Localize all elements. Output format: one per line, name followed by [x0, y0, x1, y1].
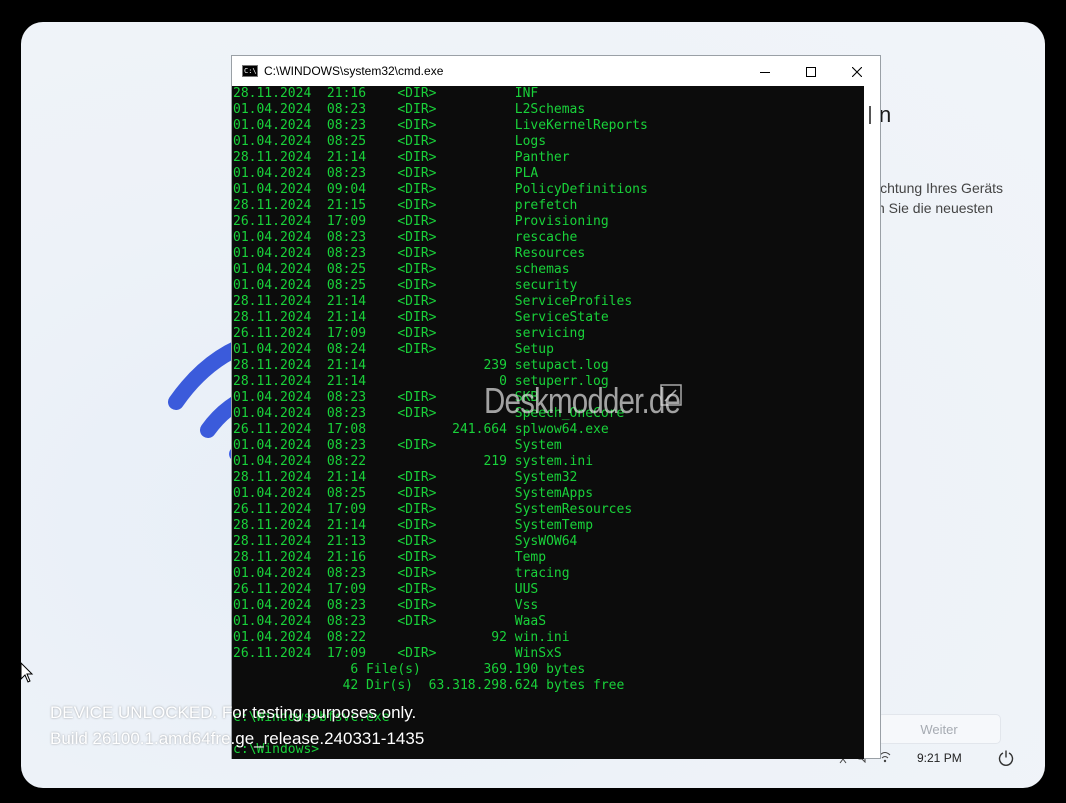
- console-line: 26.11.2024 17:09 <DIR> WinSxS: [233, 646, 562, 661]
- console-line: 01.04.2024 08:22 92 win.ini: [233, 630, 570, 645]
- console-line: 26.11.2024 17:09 <DIR> UUS: [233, 582, 539, 597]
- window-title: C:\WINDOWS\system32\cmd.exe: [264, 64, 444, 78]
- cmd-app-icon: C:\: [242, 65, 258, 77]
- console-line: 01.04.2024 08:23 <DIR> Vss: [233, 598, 539, 613]
- page-description: ichtung Ihres Geräts n Sie die neuesten: [877, 178, 1045, 218]
- console-line: 01.04.2024 08:23 <DIR> LiveKernelReports: [233, 118, 648, 133]
- console-line: 01.04.2024 08:24 <DIR> Setup: [233, 342, 554, 357]
- console-output[interactable]: 28.11.2024 21:16 <DIR> INF 01.04.2024 08:…: [232, 86, 864, 759]
- console-line: 01.04.2024 09:04 <DIR> PolicyDefinitions: [233, 182, 648, 197]
- cmd-client-area: 28.11.2024 21:16 <DIR> INF 01.04.2024 08:…: [231, 86, 881, 759]
- console-line: 01.04.2024 08:23 <DIR> Resources: [233, 246, 586, 261]
- console-line: 28.11.2024 21:14 <DIR> System32: [233, 470, 578, 485]
- console-line: 01.04.2024 08:23 <DIR> System: [233, 438, 562, 453]
- console-line: 6 File(s) 369.190 bytes: [233, 662, 586, 677]
- console-line: 28.11.2024 21:13 <DIR> SysWOW64: [233, 534, 578, 549]
- console-line: 01.04.2024 08:22 219 system.ini: [233, 454, 594, 469]
- console-line: 01.04.2024 08:23 <DIR> rescache: [233, 230, 578, 245]
- console-line: 28.11.2024 21:14 <DIR> ServiceState: [233, 310, 609, 325]
- next-button[interactable]: Weiter: [877, 714, 1001, 744]
- description-line: n Sie die neuesten: [877, 200, 993, 216]
- console-line: 26.11.2024 17:08 241.664 splwow64.exe: [233, 422, 609, 437]
- console-line: 01.04.2024 08:25 <DIR> SystemApps: [233, 486, 594, 501]
- console-line: 28.11.2024 21:14 <DIR> SystemTemp: [233, 518, 594, 533]
- scrollbar-thumb[interactable]: [869, 106, 871, 124]
- cmd-titlebar[interactable]: C:\ C:\WINDOWS\system32\cmd.exe: [231, 55, 881, 86]
- console-line: 01.04.2024 08:23 <DIR> PLA: [233, 166, 539, 181]
- watermark-line: Build 26100.1.amd64fre.ge_release.240331…: [50, 729, 425, 748]
- device-watermark: DEVICE UNLOCKED. For testing purposes on…: [50, 700, 424, 752]
- console-line: 28.11.2024 21:15 <DIR> prefetch: [233, 198, 578, 213]
- deskmodder-logo-icon: [660, 384, 682, 406]
- maximize-button[interactable]: [788, 56, 834, 87]
- watermark-line: DEVICE UNLOCKED. For testing purposes on…: [50, 703, 417, 722]
- console-line: 01.04.2024 08:25 <DIR> schemas: [233, 262, 570, 277]
- window-controls: [742, 56, 880, 87]
- clock: 9:21 PM: [917, 751, 962, 765]
- console-line: 28.11.2024 21:14 <DIR> Panther: [233, 150, 570, 165]
- console-line: 01.04.2024 08:23 <DIR> WaaS: [233, 614, 547, 629]
- console-line: 26.11.2024 17:09 <DIR> Provisioning: [233, 214, 609, 229]
- close-icon: [852, 66, 862, 77]
- description-line: ichtung Ihres Geräts: [877, 180, 1004, 196]
- console-line: 01.04.2024 08:23 <DIR> tracing: [233, 566, 570, 581]
- console-line: 28.11.2024 21:16 <DIR> INF: [233, 86, 539, 101]
- close-button[interactable]: [834, 56, 880, 87]
- console-line: 28.11.2024 21:14 239 setupact.log: [233, 358, 609, 373]
- deskmodder-watermark: Deskmodder.de: [484, 380, 681, 421]
- console-line: 26.11.2024 17:09 <DIR> servicing: [233, 326, 586, 341]
- power-icon[interactable]: [997, 746, 1015, 770]
- console-line: 26.11.2024 17:09 <DIR> SystemResources: [233, 502, 633, 517]
- minimize-button[interactable]: [742, 56, 788, 87]
- console-line: 01.04.2024 08:25 <DIR> Logs: [233, 134, 547, 149]
- console-line: 28.11.2024 21:14 <DIR> ServiceProfiles: [233, 294, 633, 309]
- maximize-icon: [806, 66, 816, 77]
- console-line: 01.04.2024 08:25 <DIR> security: [233, 278, 578, 293]
- minimize-icon: [760, 71, 770, 73]
- mouse-cursor-icon: [20, 662, 34, 683]
- console-line: 01.04.2024 08:23 <DIR> L2Schemas: [233, 102, 586, 117]
- console-line: 42 Dir(s) 63.318.298.624 bytes free: [233, 678, 625, 693]
- console-line: 28.11.2024 21:16 <DIR> Temp: [233, 550, 547, 565]
